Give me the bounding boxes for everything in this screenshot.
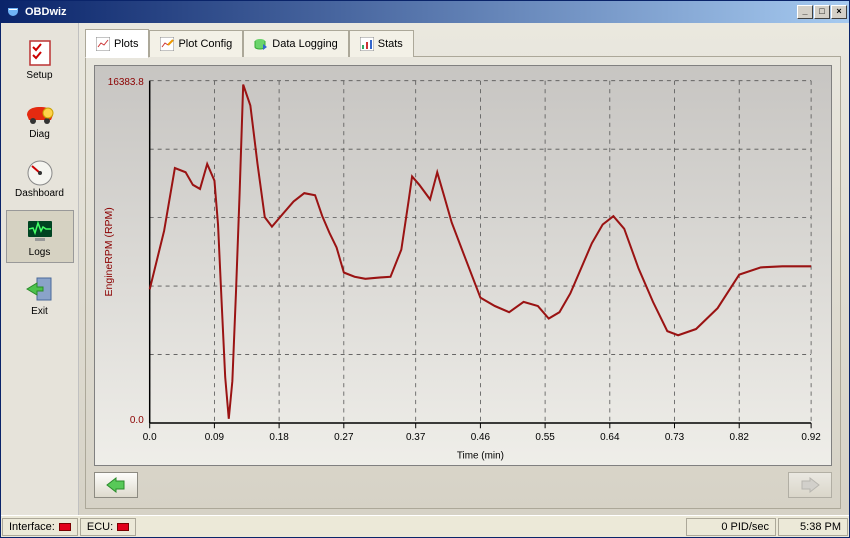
svg-text:0.92: 0.92 [801,432,821,443]
tab-label: Data Logging [272,38,337,50]
status-ecu: ECU: [80,518,136,536]
nav-row [94,472,832,500]
clock-value: 5:38 PM [800,521,841,533]
led-icon [59,523,71,531]
svg-text:EngineRPM (RPM): EngineRPM (RPM) [104,207,115,296]
window-title: OBDwiz [25,6,67,18]
sidebar-item-label: Dashboard [15,188,64,199]
titlebar-left: OBDwiz [5,4,67,20]
pid-rate-value: 0 PID/sec [721,521,769,533]
svg-text:0.46: 0.46 [471,432,491,443]
status-interface: Interface: [2,518,78,536]
app-icon [5,4,21,20]
sidebar-item-label: Exit [31,306,48,317]
sidebar-item-label: Logs [29,247,51,258]
maximize-button[interactable]: □ [814,5,830,19]
checklist-icon [23,38,57,68]
car-icon [23,97,57,127]
svg-text:0.09: 0.09 [205,432,225,443]
tab-plots[interactable]: Plots [85,29,149,58]
exit-icon [23,274,57,304]
sidebar-item-setup[interactable]: Setup [6,33,74,86]
sidebar-item-exit[interactable]: Exit [6,269,74,322]
tab-label: Stats [378,38,403,50]
svg-text:Time (min): Time (min) [457,450,504,461]
main: Plots Plot Config Data Logging Stats 0.0 [79,23,849,515]
next-button[interactable] [788,472,832,498]
titlebar[interactable]: OBDwiz _ □ × [1,1,849,23]
rpm-line-chart: 0.0 0.09 0.18 0.27 0.37 0.46 0.55 0.64 0.73 0.82 0… [95,66,831,465]
svg-text:0.64: 0.64 [600,432,620,443]
sidebar-item-label: Diag [29,129,50,140]
tab-stats[interactable]: Stats [349,30,414,57]
svg-text:0.0: 0.0 [143,432,157,443]
sidebar: Setup Diag Dashboard Logs [1,23,79,515]
statusbar: Interface: ECU: 0 PID/sec 5:38 PM [1,515,849,537]
tab-plot-config[interactable]: Plot Config [149,30,243,57]
tab-label: Plot Config [178,38,232,50]
svg-text:0.55: 0.55 [535,432,555,443]
sidebar-item-logs[interactable]: Logs [6,210,74,263]
db-play-icon [254,37,268,51]
svg-text:0.82: 0.82 [730,432,750,443]
svg-text:16383.8: 16383.8 [108,77,144,88]
tab-bar: Plots Plot Config Data Logging Stats [85,29,841,57]
svg-text:0.37: 0.37 [406,432,426,443]
status-interface-label: Interface: [9,521,55,533]
arrow-left-icon [106,477,126,493]
tab-data-logging[interactable]: Data Logging [243,30,348,57]
sidebar-item-label: Setup [26,70,52,81]
close-button[interactable]: × [831,5,847,19]
monitor-wave-icon [23,215,57,245]
status-clock: 5:38 PM [778,518,848,536]
window-controls: _ □ × [797,5,847,19]
bars-icon [360,37,374,51]
prev-button[interactable] [94,472,138,498]
chart-pencil-icon [160,37,174,51]
body: Setup Diag Dashboard Logs [1,23,849,515]
tab-label: Plots [114,38,138,50]
app-window: OBDwiz _ □ × Setup Diag [0,0,850,538]
status-ecu-label: ECU: [87,521,113,533]
svg-text:0.18: 0.18 [269,432,289,443]
sidebar-item-dashboard[interactable]: Dashboard [6,151,74,204]
status-pid-rate: 0 PID/sec [686,518,776,536]
svg-text:0.0: 0.0 [130,415,144,426]
svg-text:0.27: 0.27 [334,432,354,443]
chart-area: 0.0 0.09 0.18 0.27 0.37 0.46 0.55 0.64 0.73 0.82 0… [94,65,832,466]
svg-text:0.73: 0.73 [665,432,685,443]
minimize-button[interactable]: _ [797,5,813,19]
plot-panel: 0.0 0.09 0.18 0.27 0.37 0.46 0.55 0.64 0.73 0.82 0… [85,57,841,509]
chart-icon [96,37,110,51]
arrow-right-icon [800,477,820,493]
sidebar-item-diag[interactable]: Diag [6,92,74,145]
gauge-icon [23,156,57,186]
led-icon [117,523,129,531]
